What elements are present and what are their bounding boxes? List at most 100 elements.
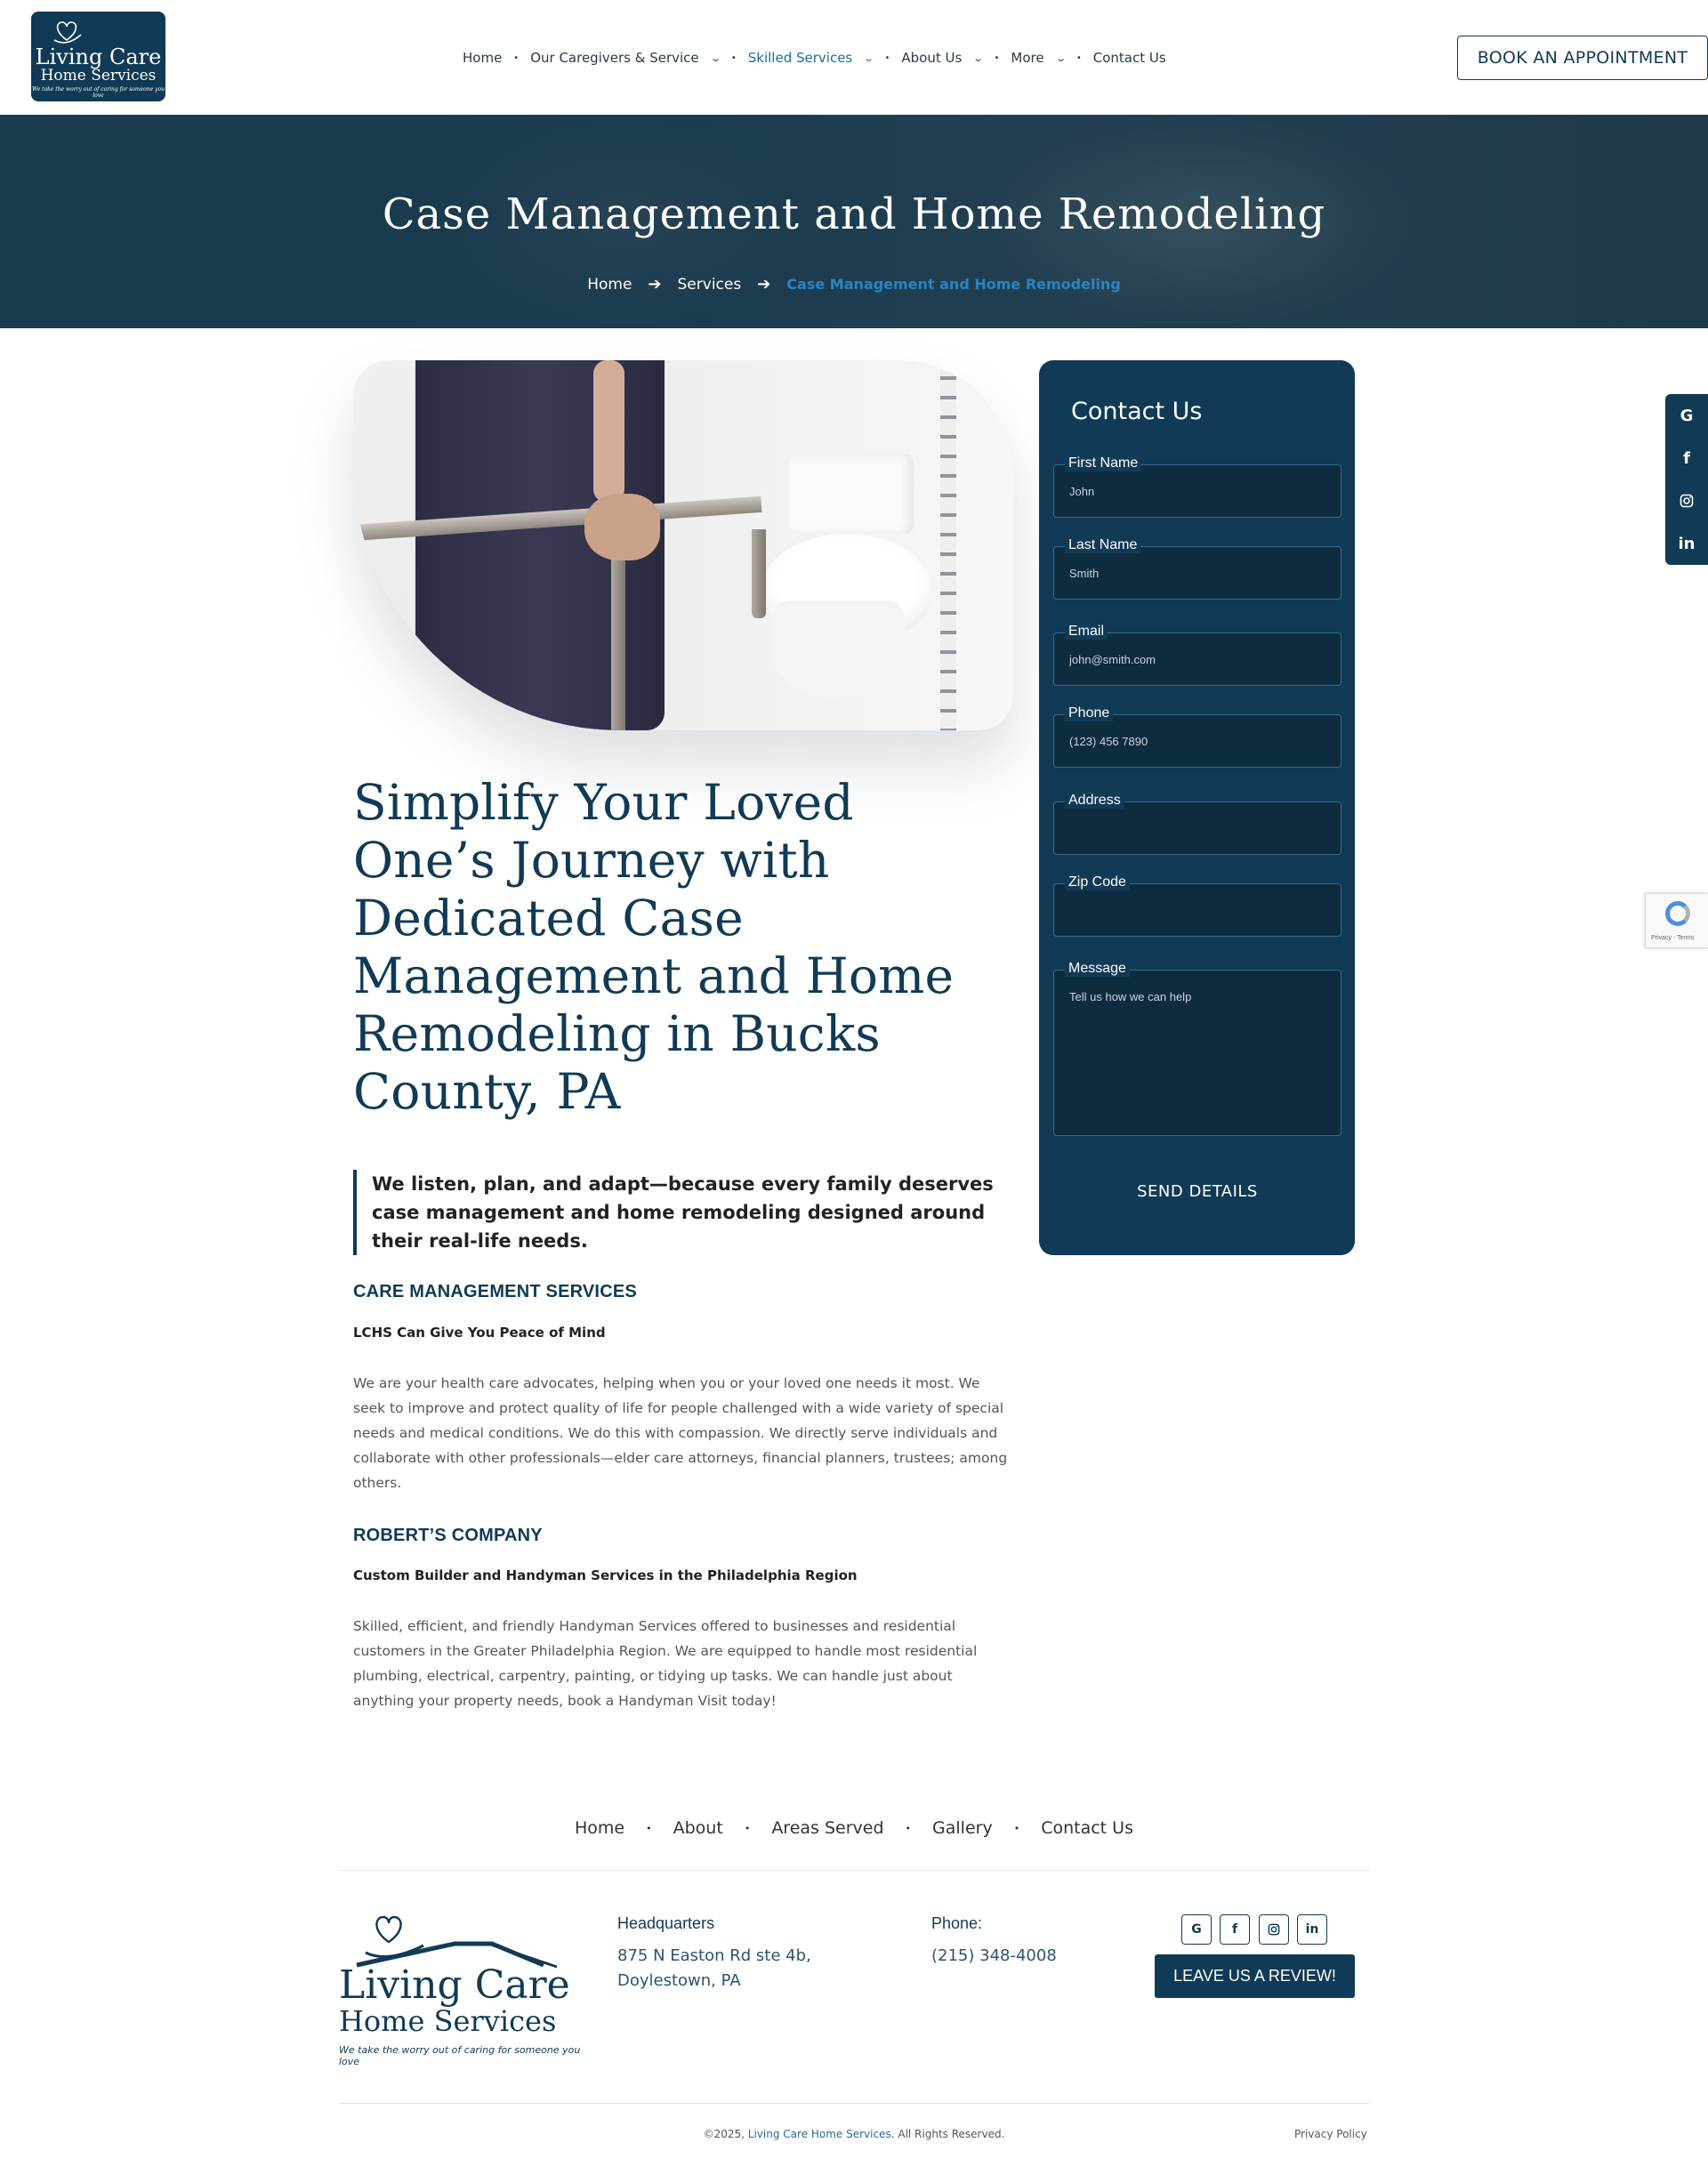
- logo-tagline: We take the worry out of caring for some…: [32, 86, 165, 99]
- breadcrumb-current: Case Management and Home Remodeling: [786, 276, 1121, 293]
- nav-item-label: Contact Us: [1092, 50, 1166, 66]
- floating-social-bar: G f in: [1665, 394, 1708, 565]
- site-logo[interactable]: Living Care Home Services We take the wo…: [31, 12, 165, 101]
- intro-quote: We listen, plan, and adapt—because every…: [353, 1170, 1011, 1255]
- footer-divider: [339, 1870, 1369, 1871]
- google-icon[interactable]: G: [1181, 1914, 1212, 1945]
- contact-form-title: Contact Us: [1071, 398, 1203, 425]
- contact-form: Contact Us First Name John Last Name Smi…: [1039, 360, 1355, 1255]
- photo-toilet-tank: [789, 454, 914, 534]
- footer-divider: [339, 2103, 1369, 2104]
- field-label: Message: [1065, 961, 1130, 977]
- chevron-down-icon: ⌄: [863, 52, 875, 64]
- book-appointment-button[interactable]: BOOK AN APPOINTMENT: [1457, 36, 1708, 80]
- breadcrumb-home[interactable]: Home: [587, 276, 632, 294]
- nav-separator: •: [744, 1822, 751, 1834]
- copyright-suffix: . All Rights Reserved.: [890, 2128, 1005, 2140]
- phone-number[interactable]: (215) 348-4008: [931, 1944, 1057, 1969]
- footer-nav-home[interactable]: Home: [575, 1818, 624, 1838]
- nav-separator: •: [905, 1822, 912, 1834]
- nav-item-caregivers[interactable]: Our Caregivers & Service ⌄: [530, 50, 721, 66]
- phone-field[interactable]: Phone (123) 456 7890: [1053, 705, 1341, 768]
- recaptcha-icon: [1665, 901, 1690, 926]
- field-placeholder: John: [1069, 485, 1095, 498]
- grab-bar-photo: [353, 360, 1013, 730]
- footer-logo-line1: Living Care: [339, 1962, 570, 2008]
- nav-item-skilled-services[interactable]: Skilled Services ⌄: [747, 50, 875, 66]
- nav-separator: •: [513, 52, 520, 63]
- arrow-right-icon: ➔: [648, 275, 662, 294]
- nav-item-label: Skilled Services: [747, 50, 853, 66]
- footer-nav-contact[interactable]: Contact Us: [1041, 1818, 1133, 1838]
- arrow-right-icon: ➔: [757, 275, 771, 294]
- headquarters-label: Headquarters: [617, 1914, 715, 1932]
- footer-nav: Home • About • Areas Served • Gallery • …: [0, 1818, 1708, 1838]
- page-title: Case Management and Home Remodeling: [382, 189, 1326, 239]
- section-title-care-management: CARE MANAGEMENT SERVICES: [353, 1282, 637, 1301]
- facebook-icon[interactable]: f: [1665, 437, 1708, 479]
- linkedin-icon[interactable]: in: [1297, 1914, 1327, 1945]
- footer-nav-about[interactable]: About: [673, 1818, 723, 1838]
- photo-hand: [584, 494, 660, 560]
- photo-grab-bar: [611, 534, 625, 730]
- photo-grab-bar: [752, 529, 766, 618]
- site-header: Living Care Home Services We take the wo…: [0, 0, 1708, 115]
- footer-logo-tagline: We take the worry out of caring for some…: [339, 2044, 581, 2067]
- main-headline: Simplify Your Loved One’s Journey with D…: [353, 774, 955, 1120]
- headquarters-address-line2: Doylestown, PA: [617, 1971, 741, 1990]
- logo-line2: Home Services: [40, 67, 157, 85]
- first-name-field[interactable]: First Name John: [1053, 455, 1341, 518]
- last-name-field[interactable]: Last Name Smith: [1053, 537, 1341, 600]
- leave-review-button[interactable]: LEAVE US A REVIEW!: [1155, 1954, 1355, 1998]
- privacy-policy-link[interactable]: Privacy Policy: [1294, 2128, 1367, 2140]
- copyright: ©2025, Living Care Home Services. All Ri…: [0, 2128, 1708, 2140]
- phone-label: Phone:: [931, 1914, 983, 1932]
- section-subtitle: LCHS Can Give You Peace of Mind: [353, 1325, 606, 1341]
- section-subtitle: Custom Builder and Handyman Services in …: [353, 1567, 858, 1583]
- field-label: Last Name: [1065, 537, 1141, 553]
- recaptcha-text: Privacy - Terms: [1651, 935, 1695, 941]
- nav-separator: •: [1076, 52, 1082, 63]
- photo-arm: [593, 360, 624, 503]
- field-label: Email: [1065, 624, 1108, 640]
- instagram-icon[interactable]: [1665, 479, 1708, 522]
- nav-item-label: Our Caregivers & Service: [530, 50, 699, 66]
- chevron-down-icon: ⌄: [709, 52, 721, 64]
- footer-logo-line2: Home Services: [339, 2004, 557, 2038]
- footer-logo[interactable]: Living Care Home Services We take the wo…: [339, 1908, 584, 2067]
- field-placeholder: (123) 456 7890: [1069, 735, 1148, 748]
- copyright-prefix: ©2025,: [703, 2128, 748, 2140]
- google-icon[interactable]: G: [1665, 394, 1708, 437]
- footer-nav-areas[interactable]: Areas Served: [771, 1818, 883, 1838]
- field-label: Address: [1065, 793, 1124, 809]
- linkedin-icon[interactable]: in: [1665, 522, 1708, 565]
- photo-tiles: [940, 360, 956, 730]
- heart-hands-icon: [53, 21, 82, 44]
- instagram-icon[interactable]: [1259, 1914, 1289, 1945]
- nav-item-label: More: [1011, 50, 1044, 66]
- heart-house-icon: [356, 1915, 558, 1969]
- breadcrumb-services[interactable]: Services: [678, 276, 742, 294]
- address-field[interactable]: Address: [1053, 793, 1341, 855]
- section-body: Skilled, efficient, and friendly Handyma…: [353, 1618, 978, 1709]
- nav-item-about[interactable]: About Us ⌄: [901, 50, 985, 66]
- breadcrumb: Home ➔ Services ➔ Case Management and Ho…: [0, 275, 1708, 294]
- nav-item-more[interactable]: More ⌄: [1011, 50, 1067, 66]
- field-placeholder: Tell us how we can help: [1069, 990, 1192, 1003]
- nav-item-contact[interactable]: Contact Us: [1093, 50, 1166, 66]
- send-details-button[interactable]: SEND DETAILS: [1053, 1172, 1341, 1211]
- section-body: We are your health care advocates, helpi…: [353, 1375, 1008, 1491]
- field-label: First Name: [1065, 455, 1142, 471]
- chevron-down-icon: ⌄: [972, 52, 985, 64]
- copyright-brand-link[interactable]: Living Care Home Services: [748, 2128, 891, 2140]
- facebook-icon[interactable]: f: [1220, 1914, 1250, 1945]
- recaptcha-badge[interactable]: Privacy - Terms: [1645, 893, 1708, 948]
- footer-nav-gallery[interactable]: Gallery: [932, 1818, 993, 1838]
- nav-item-label: About Us: [901, 50, 963, 66]
- nav-item-home[interactable]: Home: [463, 50, 502, 66]
- nav-separator: •: [884, 52, 890, 63]
- chevron-down-icon: ⌄: [1054, 52, 1067, 64]
- email-field[interactable]: Email john@smith.com: [1053, 624, 1341, 686]
- zip-code-field[interactable]: Zip Code: [1053, 874, 1341, 937]
- message-field[interactable]: Message Tell us how we can help: [1053, 961, 1341, 1136]
